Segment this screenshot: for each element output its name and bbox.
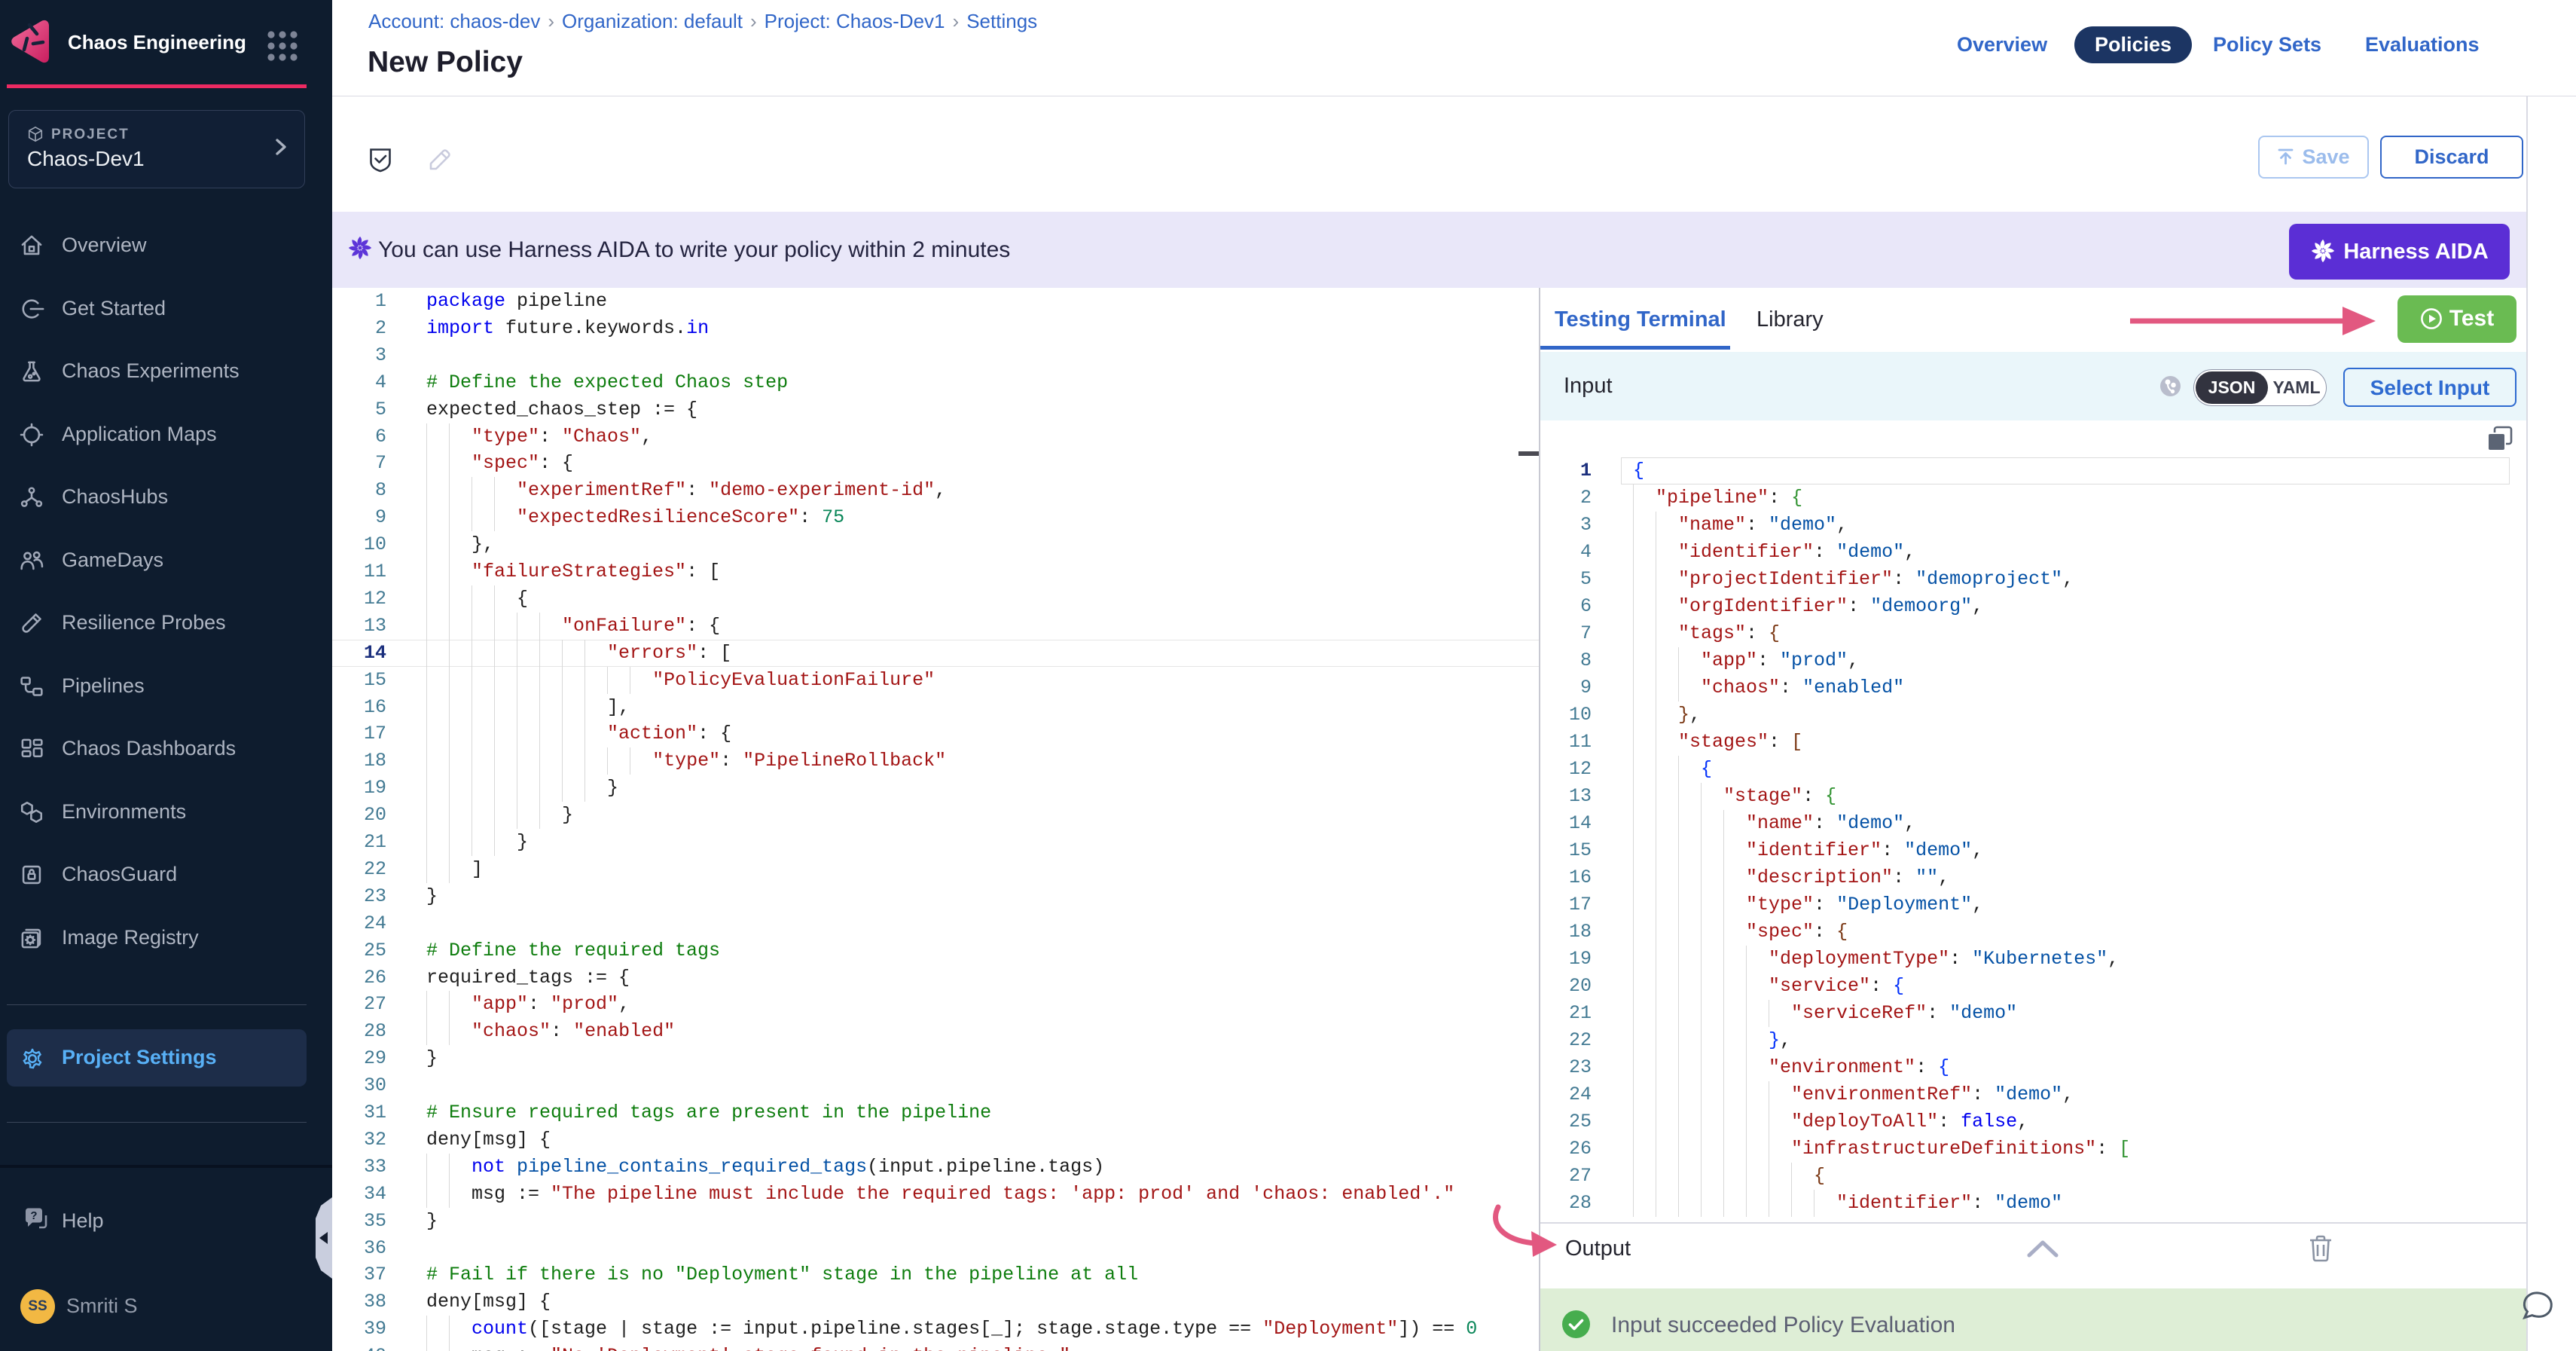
svg-text:?: ?	[30, 1209, 37, 1222]
